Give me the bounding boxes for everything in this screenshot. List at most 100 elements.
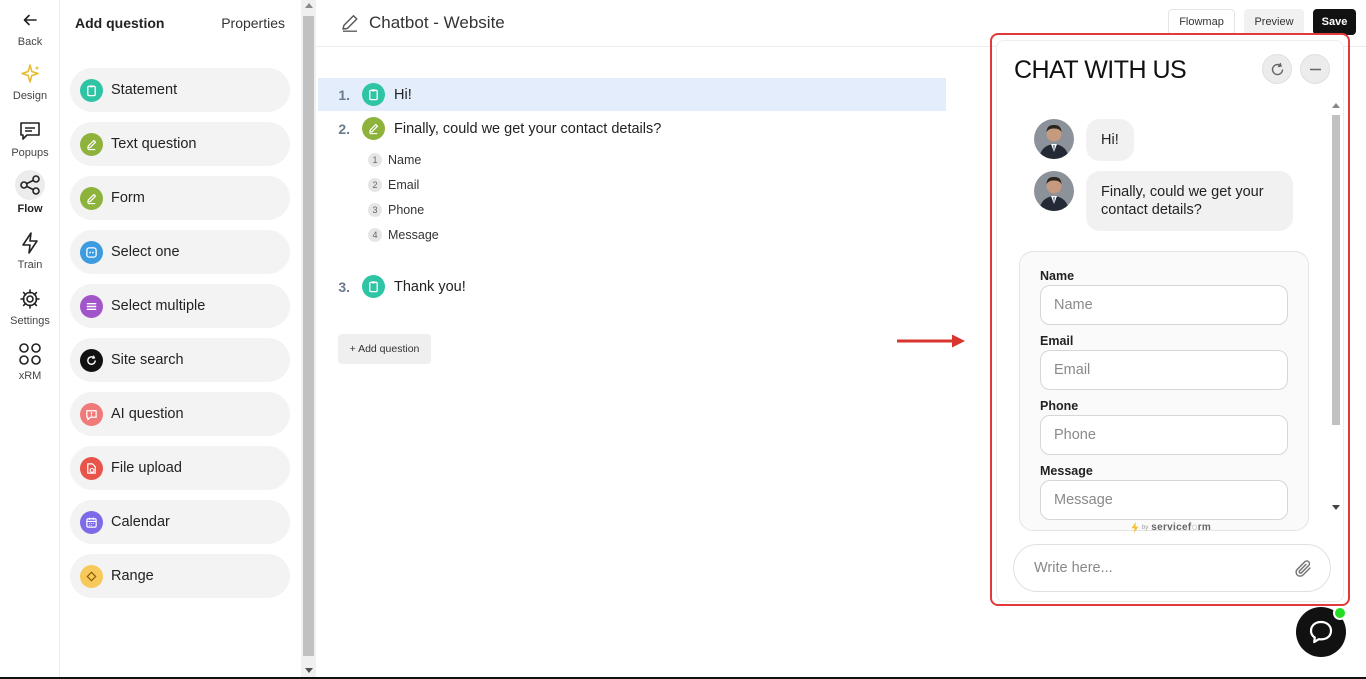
field-label: Name (388, 153, 422, 167)
qtype-label: Statement (111, 82, 178, 98)
form-field-item[interactable]: 2 Email (368, 178, 419, 192)
scroll-down-icon[interactable] (1332, 505, 1340, 510)
chat-scrollbar[interactable] (1330, 99, 1342, 513)
qtype-label: Select one (111, 244, 180, 260)
arrow-right-icon (897, 334, 965, 348)
scrollbar-thumb[interactable] (1332, 115, 1340, 425)
rail-item-settings[interactable]: Settings (0, 286, 60, 327)
tab-add-question[interactable]: Add question (75, 15, 164, 31)
email-label: Email (1040, 334, 1074, 348)
qtype-calendar[interactable]: Calendar (70, 500, 290, 544)
chat-title: CHAT WITH US (1014, 56, 1187, 84)
qtype-label: File upload (111, 460, 182, 476)
scrollbar-thumb[interactable] (303, 16, 314, 656)
qtype-label: AI question (111, 406, 184, 422)
qtype-label: Range (111, 568, 154, 584)
share-icon (15, 170, 45, 200)
page-title[interactable]: Chatbot - Website (340, 13, 505, 33)
preview-button[interactable]: Preview (1244, 9, 1304, 35)
phone-field[interactable]: Phone (1040, 415, 1288, 455)
refresh-icon (80, 348, 103, 372)
calendar-icon (80, 510, 103, 534)
bolt-icon (17, 230, 43, 256)
scroll-down-icon[interactable] (305, 668, 313, 673)
question-number: 3. (338, 278, 350, 295)
qtype-select-multiple[interactable]: Select multiple (70, 284, 290, 328)
restart-button[interactable] (1262, 54, 1292, 84)
name-field[interactable]: Name (1040, 285, 1288, 325)
field-number: 3 (368, 203, 382, 217)
list-icon (80, 294, 103, 318)
back-button[interactable]: Back (0, 7, 60, 48)
form-field-item[interactable]: 3 Phone (368, 203, 424, 217)
rail-label-design: Design (12, 90, 48, 102)
add-question-button[interactable]: + Add question (338, 334, 431, 364)
rail-label-xrm: xRM (18, 370, 42, 382)
rail-item-train[interactable]: Train (0, 230, 60, 271)
pencil-icon (80, 132, 103, 156)
alert-bubble-icon (80, 402, 103, 426)
qtype-label: Text question (111, 136, 197, 152)
question-text: Hi! (394, 86, 412, 103)
qtype-ai-question[interactable]: AI question (70, 392, 290, 436)
name-label: Name (1040, 269, 1075, 283)
qtype-statement[interactable]: Statement (70, 68, 290, 112)
flow-question-2[interactable]: 2. Finally, could we get your contact de… (318, 112, 946, 145)
tab-properties[interactable]: Properties (221, 15, 285, 31)
field-number: 2 (368, 178, 382, 192)
flowmap-button[interactable]: Flowmap (1168, 9, 1235, 35)
rail-item-popups[interactable]: Popups (0, 118, 60, 159)
field-number: 4 (368, 228, 382, 242)
app: Back Design Popups Flow Train Settings x… (0, 0, 1366, 679)
paperclip-icon[interactable] (1294, 558, 1314, 580)
refresh-icon (1271, 62, 1283, 75)
rail-label-train: Train (17, 259, 43, 271)
flow-question-3[interactable]: 3. Thank you! (318, 270, 946, 303)
powered-by[interactable]: by servicef◌rm (997, 522, 1343, 533)
brand-by: by (1141, 524, 1149, 531)
clipboard-icon (362, 83, 385, 106)
message-bubble: Hi! (1086, 119, 1134, 161)
pencil-icon (362, 117, 385, 140)
qtype-form[interactable]: Form (70, 176, 290, 220)
chat-input[interactable]: Write here... (1013, 544, 1331, 592)
save-button[interactable]: Save (1313, 9, 1356, 35)
qtype-file-upload[interactable]: File upload (70, 446, 290, 490)
qtype-label: Calendar (111, 514, 170, 530)
file-upload-icon (80, 456, 103, 480)
qtype-text-question[interactable]: Text question (70, 122, 290, 166)
contact-form: Name Name Email Email Phone Phone Messag… (1019, 251, 1309, 531)
diamond-icon (80, 564, 103, 588)
rail-item-flow[interactable]: Flow (0, 170, 60, 215)
left-rail: Back Design Popups Flow Train Settings x… (0, 0, 60, 679)
qtype-label: Select multiple (111, 298, 206, 314)
phone-label: Phone (1040, 399, 1079, 413)
gear-icon (17, 286, 43, 312)
clipboard-icon (80, 78, 103, 102)
panel-tabs: Add question Properties (60, 0, 301, 46)
email-field[interactable]: Email (1040, 350, 1288, 390)
brand-name: servicef◌rm (1151, 522, 1212, 533)
qtype-select-one[interactable]: Select one (70, 230, 290, 274)
panel-scrollbar[interactable] (301, 0, 316, 679)
flow-question-1[interactable]: 1. Hi! (318, 78, 946, 111)
minimize-button[interactable] (1300, 54, 1330, 84)
chat-icon (17, 118, 43, 144)
scroll-up-icon[interactable] (305, 3, 313, 8)
qtype-range[interactable]: Range (70, 554, 290, 598)
message-field[interactable]: Message (1040, 480, 1288, 520)
rail-item-design[interactable]: Design (0, 61, 60, 102)
rail-label-popups: Popups (11, 147, 49, 159)
select-box-icon (80, 240, 103, 264)
qtype-site-search[interactable]: Site search (70, 338, 290, 382)
chat-bubble-icon (1309, 620, 1333, 644)
pencil-icon (80, 186, 103, 210)
avatar (1034, 171, 1074, 211)
scroll-up-icon[interactable] (1332, 103, 1340, 108)
chat-launcher-button[interactable] (1296, 606, 1347, 657)
form-field-item[interactable]: 4 Message (368, 228, 439, 242)
sparkle-icon (17, 61, 43, 87)
rail-item-xrm[interactable]: xRM (0, 341, 60, 382)
online-indicator (1333, 606, 1347, 620)
form-field-item[interactable]: 1 Name (368, 153, 421, 167)
